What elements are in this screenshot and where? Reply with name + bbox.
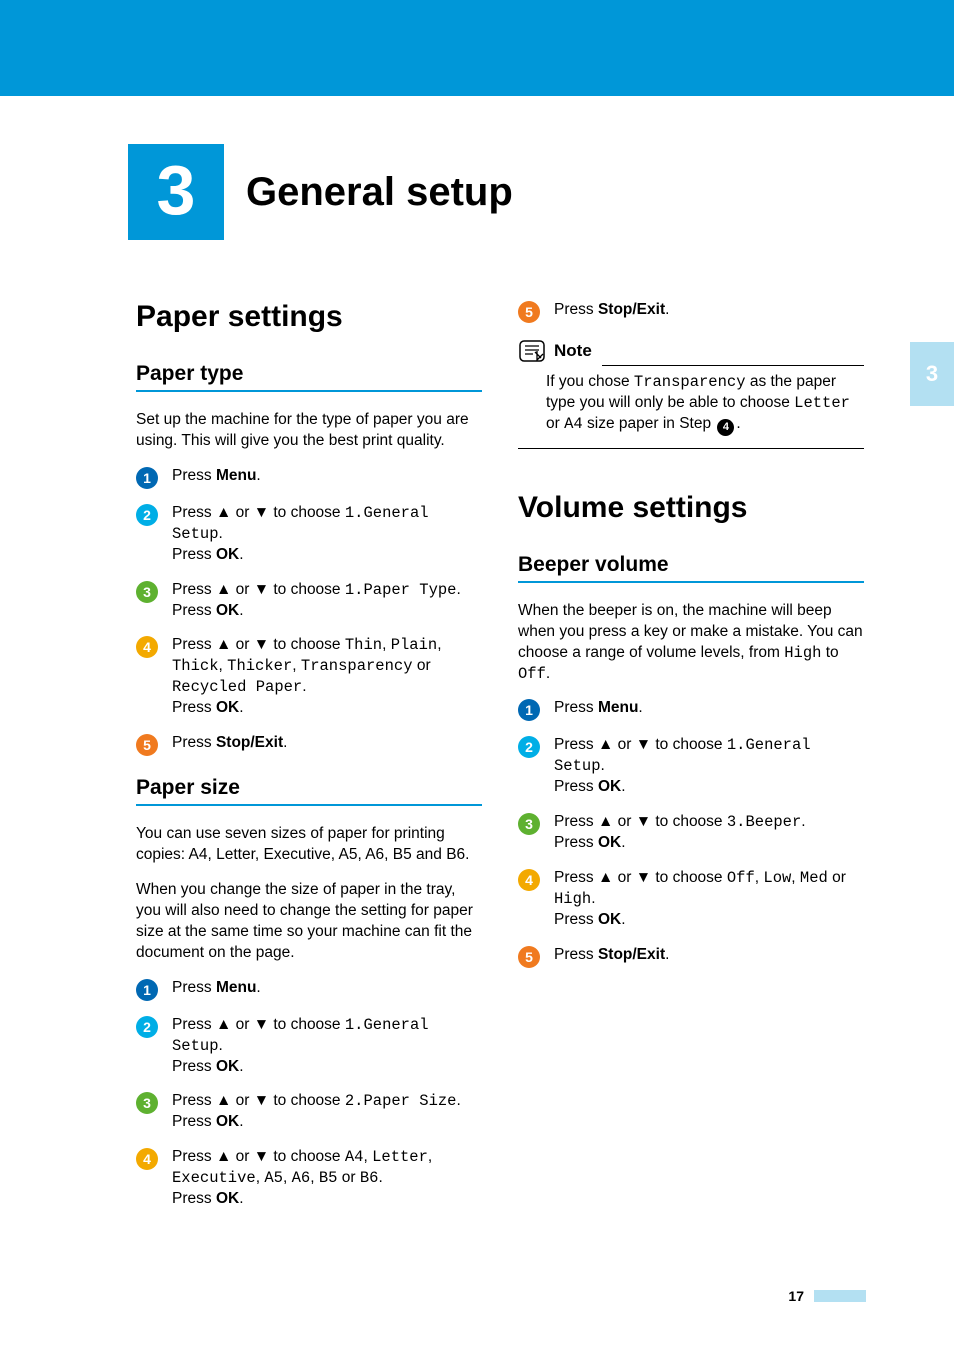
paper-size-intro-1: You can use seven sizes of paper for pri… [136,824,482,866]
paper-type-step-2: 2 Press ▲ or ▼ to choose 1.General Setup… [136,503,482,566]
step-text: Press Menu. [172,466,261,487]
step-text: Press ▲ or ▼ to choose Thin, Plain, Thic… [172,635,482,719]
step-text: Press ▲ or ▼ to choose 1.General Setup.P… [172,503,482,566]
note-label: Note [554,341,592,361]
step-number-icon: 4 [136,636,158,658]
step-text: Press ▲ or ▼ to choose A4, Letter, Execu… [172,1147,482,1210]
step-number-icon: 3 [136,581,158,603]
step-text: Press Stop/Exit. [554,945,669,966]
step-number-icon: 2 [136,504,158,526]
step-number-icon: 3 [136,1092,158,1114]
step-text: Press ▲ or ▼ to choose Off, Low, Med or … [554,868,864,931]
paper-size-intro-2: When you change the size of paper in the… [136,880,482,964]
step-number-icon: 1 [136,467,158,489]
paper-size-step-4: 4 Press ▲ or ▼ to choose A4, Letter, Exe… [136,1147,482,1210]
step-text: Press Menu. [172,978,261,999]
step-text: Press Menu. [554,698,643,719]
side-tab: 3 [910,342,954,406]
step-ref-icon: 4 [717,419,734,436]
step-number-icon: 4 [136,1148,158,1170]
beeper-intro: When the beeper is on, the machine will … [518,601,864,685]
heading-beeper-volume: Beeper volume [518,553,864,583]
paper-size-step-1: 1 Press Menu. [136,978,482,1001]
paper-type-step-4: 4 Press ▲ or ▼ to choose Thin, Plain, Th… [136,635,482,719]
paper-size-step-3: 3 Press ▲ or ▼ to choose 2.Paper Size.Pr… [136,1091,482,1133]
step-number-icon: 2 [136,1016,158,1038]
header-band [0,0,954,96]
beeper-step-2: 2 Press ▲ or ▼ to choose 1.General Setup… [518,735,864,798]
step-text: Press ▲ or ▼ to choose 3.Beeper.Press OK… [554,812,806,854]
step-number-icon: 5 [518,946,540,968]
step-text: Press ▲ or ▼ to choose 2.Paper Size.Pres… [172,1091,461,1133]
step-text: Press ▲ or ▼ to choose 1.General Setup.P… [172,1015,482,1078]
note-header: Note [518,339,864,363]
step-number-icon: 4 [518,869,540,891]
step-text: Press Stop/Exit. [554,300,669,321]
section-paper-settings: Paper settings [136,300,482,334]
step-number-icon: 1 [136,979,158,1001]
left-column: Paper settings Paper type Set up the mac… [136,300,482,1224]
footer: 17 [788,1288,866,1304]
content-columns: Paper settings Paper type Set up the mac… [0,300,954,1224]
paper-size-step-5: 5 Press Stop/Exit. [518,300,864,323]
heading-paper-type: Paper type [136,362,482,392]
paper-size-step-2: 2 Press ▲ or ▼ to choose 1.General Setup… [136,1015,482,1078]
chapter-title: General setup [246,170,513,215]
section-volume-settings: Volume settings [518,491,864,525]
step-number-icon: 5 [136,734,158,756]
step-number-icon: 1 [518,699,540,721]
beeper-step-5: 5 Press Stop/Exit. [518,945,864,968]
step-number-icon: 5 [518,301,540,323]
right-column: 5 Press Stop/Exit. Note If you chose Tra… [518,300,864,1224]
paper-type-step-5: 5 Press Stop/Exit. [136,733,482,756]
step-text: Press ▲ or ▼ to choose 1.Paper Type.Pres… [172,580,461,622]
beeper-step-1: 1 Press Menu. [518,698,864,721]
step-number-icon: 3 [518,813,540,835]
page-number: 17 [788,1288,804,1304]
step-number-icon: 2 [518,736,540,758]
paper-type-intro: Set up the machine for the type of paper… [136,410,482,452]
paper-type-step-3: 3 Press ▲ or ▼ to choose 1.Paper Type.Pr… [136,580,482,622]
chapter-heading: 3 General setup [128,144,954,240]
step-text: Press Stop/Exit. [172,733,287,754]
heading-paper-size: Paper size [136,776,482,806]
paper-type-step-1: 1 Press Menu. [136,466,482,489]
step-text: Press ▲ or ▼ to choose 1.General Setup.P… [554,735,864,798]
beeper-step-4: 4 Press ▲ or ▼ to choose Off, Low, Med o… [518,868,864,931]
note-icon [518,339,546,363]
chapter-number-box: 3 [128,144,224,240]
note-body: If you chose Transparency as the paper t… [518,372,864,449]
footer-bar [814,1290,866,1302]
note-rule [602,365,864,366]
beeper-step-3: 3 Press ▲ or ▼ to choose 3.Beeper.Press … [518,812,864,854]
